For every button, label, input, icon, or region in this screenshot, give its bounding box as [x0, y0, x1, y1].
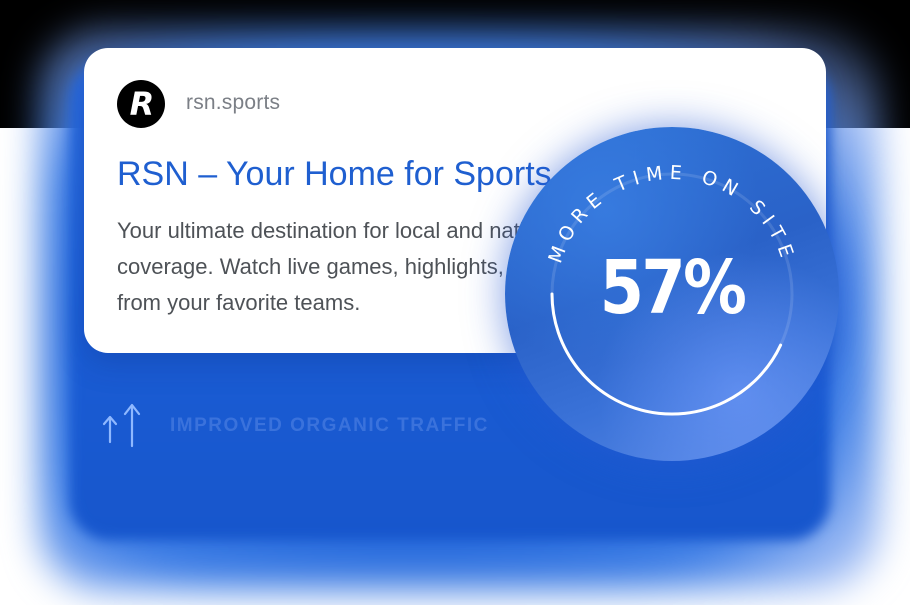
rsn-logo-icon: R: [116, 79, 166, 129]
organic-traffic-stat: IMPROVED ORGANIC TRAFFIC: [100, 402, 489, 450]
organic-traffic-label: IMPROVED ORGANIC TRAFFIC: [170, 415, 489, 436]
site-url: rsn.sports: [186, 91, 281, 114]
logo-letter: R: [130, 85, 155, 123]
time-on-site-badge: MORE TIME ON SITE 57%: [505, 127, 839, 461]
up-arrows-icon: [102, 403, 141, 448]
badge-value: 57%: [599, 245, 747, 331]
result-title-link[interactable]: RSN – Your Home for Sports: [117, 155, 552, 194]
